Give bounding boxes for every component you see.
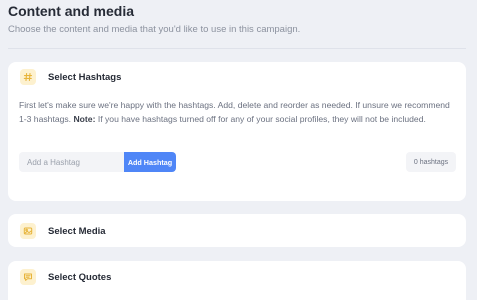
page-title: Content and media	[8, 3, 135, 19]
hashtag-input-group: Add Hashtag	[19, 152, 176, 172]
media-section-header[interactable]: Select Media	[20, 223, 106, 239]
hashtags-section-header[interactable]: Select Hashtags	[20, 69, 121, 85]
add-hashtag-button[interactable]: Add Hashtag	[124, 152, 176, 172]
hashtag-count-badge: 0 hashtags	[406, 152, 456, 172]
hashtags-note-text: If you have hashtags turned off for any …	[97, 114, 426, 124]
hashtags-note-label: Note:	[73, 114, 96, 124]
quotes-section[interactable]: Select Quotes	[8, 261, 466, 300]
quotes-section-title: Select Quotes	[48, 271, 112, 283]
hashtags-description: First let's make sure we're happy with t…	[19, 98, 459, 126]
hashtag-icon	[20, 69, 36, 85]
hashtags-section-title: Select Hashtags	[48, 71, 122, 83]
page-subtitle: Choose the content and media that you'd …	[8, 24, 301, 35]
content-media-page: Content and media Choose the content and…	[0, 0, 477, 300]
image-icon	[20, 223, 36, 239]
media-section[interactable]: Select Media	[8, 214, 466, 247]
header-divider	[8, 48, 466, 49]
quotes-section-header[interactable]: Select Quotes	[20, 269, 111, 285]
quote-icon	[20, 269, 36, 285]
hashtags-section: Select Hashtags First let's make sure we…	[8, 62, 466, 201]
media-section-title: Select Media	[48, 225, 106, 237]
hashtag-input[interactable]	[19, 152, 124, 172]
